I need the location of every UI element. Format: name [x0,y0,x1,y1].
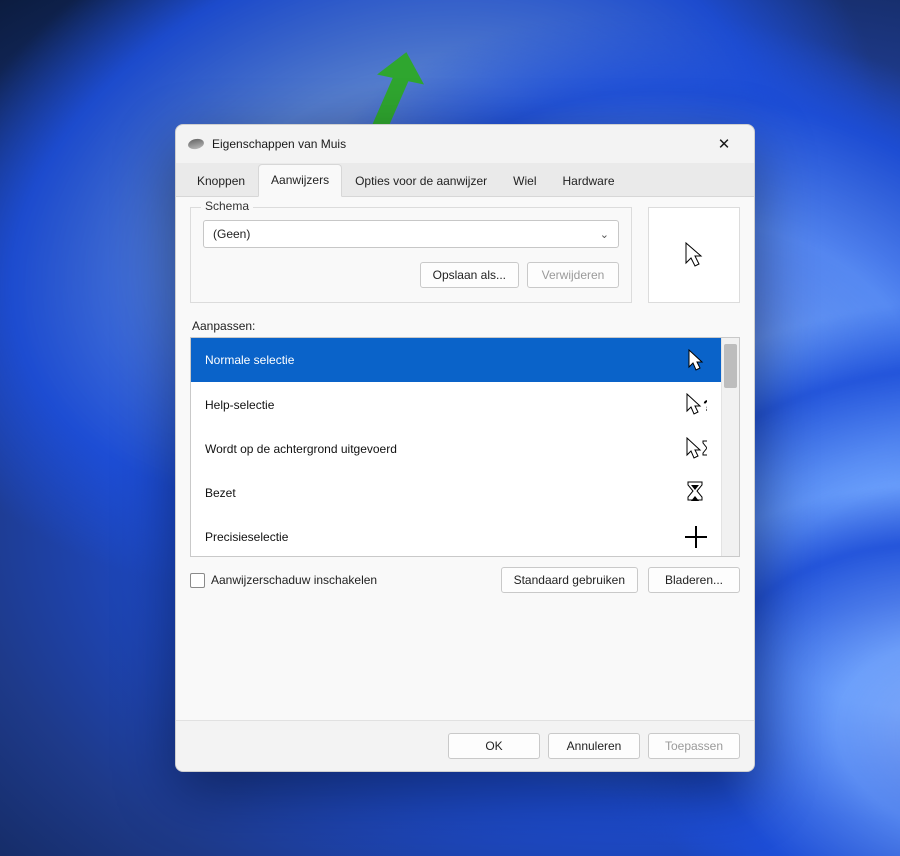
cancel-button[interactable]: Annuleren [548,733,640,759]
customize-label: Aanpassen: [192,319,738,333]
tab-wiel[interactable]: Wiel [500,164,549,197]
cursor-arrow-icon [683,241,705,269]
list-item[interactable]: Precisieselectie [191,514,721,556]
browse-button[interactable]: Bladeren... [648,567,740,593]
pointer-shadow-checkbox[interactable]: Aanwijzerschaduw inschakelen [190,573,377,588]
tab-panel-aanwijzers: Schema (Geen) ⌄ Opslaan als... Verwijder… [176,197,754,720]
tab-opties[interactable]: Opties voor de aanwijzer [342,164,500,197]
delete-button[interactable]: Verwijderen [527,262,619,288]
cursor-busy-icon [685,482,707,504]
mouse-properties-dialog: Eigenschappen van Muis ✕ Knoppen Aanwijz… [175,124,755,772]
list-item[interactable]: Help-selectie ? [191,382,721,426]
use-default-button[interactable]: Standaard gebruiken [501,567,638,593]
list-item-label: Precisieselectie [205,530,288,544]
dialog-button-row: OK Annuleren Toepassen [176,720,754,771]
schema-group: Schema (Geen) ⌄ Opslaan als... Verwijder… [190,207,632,303]
save-as-button[interactable]: Opslaan als... [420,262,519,288]
list-item-label: Normale selectie [205,353,294,367]
list-item-label: Help-selectie [205,398,274,412]
scrollbar-thumb[interactable] [724,344,737,388]
list-item[interactable]: Bezet [191,470,721,514]
schema-selected-value: (Geen) [213,227,250,241]
schema-dropdown[interactable]: (Geen) ⌄ [203,220,619,248]
chevron-down-icon: ⌄ [600,228,609,241]
list-item[interactable]: Normale selectie [191,338,721,382]
cursor-preview [648,207,740,303]
cursor-working-icon [685,438,707,460]
svg-text:?: ? [703,398,707,415]
tab-knoppen[interactable]: Knoppen [184,164,258,197]
list-item-label: Bezet [205,486,236,500]
tab-strip: Knoppen Aanwijzers Opties voor de aanwij… [176,163,754,197]
close-button[interactable]: ✕ [702,129,746,159]
close-icon: ✕ [718,137,731,152]
schema-group-label: Schema [201,199,253,213]
tab-hardware[interactable]: Hardware [550,164,628,197]
apply-button[interactable]: Toepassen [648,733,740,759]
list-item[interactable]: Wordt op de achtergrond uitgevoerd [191,426,721,470]
tab-aanwijzers[interactable]: Aanwijzers [258,164,342,197]
window-title: Eigenschappen van Muis [212,137,694,151]
cursor-precision-icon [685,526,707,548]
checkbox-label: Aanwijzerschaduw inschakelen [211,573,377,587]
list-item-label: Wordt op de achtergrond uitgevoerd [205,442,397,456]
cursor-list[interactable]: Normale selectie Help-selectie ? [190,337,740,557]
ok-button[interactable]: OK [448,733,540,759]
checkbox-icon [190,573,205,588]
cursor-arrow-icon [685,349,707,371]
cursor-help-icon: ? [685,394,707,416]
mouse-icon [187,137,205,150]
list-scrollbar[interactable] [721,338,739,556]
title-bar: Eigenschappen van Muis ✕ [176,125,754,163]
